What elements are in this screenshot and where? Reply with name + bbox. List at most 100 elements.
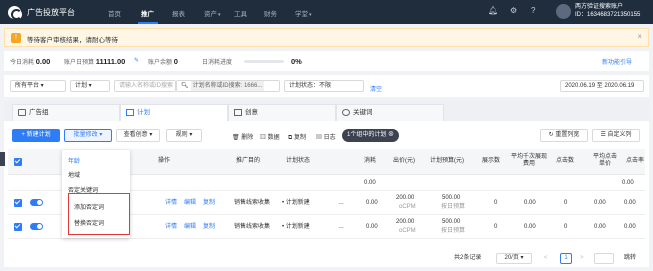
nav-item-academy-label: 学堂 — [295, 11, 308, 18]
platform-select[interactable]: 所有平台 ▾ — [10, 80, 66, 92]
th-purpose: 推广目的 — [236, 158, 261, 164]
search-input[interactable]: 请输入名称或ID搜索 — [114, 80, 176, 92]
dropdown-item-age[interactable]: 年龄 — [68, 156, 80, 165]
doc-icon — [126, 109, 134, 116]
tab-plan-label: 计划 — [137, 109, 150, 116]
nav-item-assets[interactable]: 资产▾ — [204, 8, 221, 18]
custom-columns-button[interactable]: ☰ 自定义列 — [592, 129, 640, 142]
dropdown-item-region[interactable]: 地域 — [68, 170, 80, 179]
data-button[interactable]: ▥ 数据 — [260, 132, 280, 141]
th-bid[interactable]: 出价(元) — [393, 158, 415, 165]
row-bid-unit: oCPM — [399, 204, 416, 210]
selected-pill-label: 1个组中的计划 — [347, 132, 387, 138]
th-impressions[interactable]: 展示数 — [482, 158, 500, 165]
level-select-value: 计划 — [75, 83, 88, 89]
page-size-value: 20/页 — [504, 255, 519, 261]
delete-button[interactable]: 🗑 删除 — [232, 132, 253, 141]
goto-page-input[interactable] — [594, 253, 614, 264]
image-icon — [234, 109, 242, 116]
reset-column-width-button[interactable]: ↻ 重置列宽 — [540, 129, 588, 142]
row-more[interactable]: … — [338, 200, 344, 207]
platform-select-value: 所有平台 — [15, 83, 40, 89]
collapse-handle[interactable] — [0, 152, 5, 166]
row-detail-link[interactable]: 详情 — [165, 224, 177, 231]
th-cpm[interactable]: 平均千次展现费用 — [510, 154, 548, 168]
th-actions: 操作 — [158, 158, 171, 164]
key-icon — [342, 109, 350, 116]
selected-filter-pill[interactable]: 1个组中的计划 ⊗ — [342, 129, 400, 142]
nav-item-academy[interactable]: 学堂▾ — [295, 8, 312, 18]
clear-filters-link[interactable]: 清空 — [370, 84, 382, 93]
today-spend-value: 0.00 — [35, 57, 51, 66]
select-all-checkbox[interactable] — [14, 158, 22, 166]
account-info[interactable]: 两方验证搜索账户 ID：1634683721350155 — [575, 3, 640, 19]
row-bid: 200.00 — [396, 219, 415, 225]
batch-edit-button[interactable]: 批量修改 ▾ — [64, 129, 112, 142]
close-icon[interactable]: × — [637, 32, 642, 41]
row-status-toggle[interactable] — [30, 199, 43, 206]
search-id-filter[interactable]: 🔍︎ 计划名称或ID搜索: 1666... — [176, 80, 280, 92]
chevron-down-icon: ▾ — [309, 12, 312, 18]
row-checkbox[interactable] — [14, 199, 22, 207]
th-cost[interactable]: 消耗 — [364, 158, 376, 165]
folder-icon — [18, 109, 26, 116]
nav-item-assets-label: 资产 — [204, 11, 217, 18]
row-status-toggle[interactable] — [30, 223, 43, 230]
custom-columns-label: 自定义列 — [607, 132, 632, 138]
row-edit-link[interactable]: 编辑 — [184, 200, 196, 207]
batch-edit-label: 批量修改 — [73, 132, 98, 138]
goto-page-button[interactable]: 跳转 — [624, 255, 636, 262]
row-ctr: 0.00 — [624, 200, 636, 206]
copy-label: 复制 — [293, 135, 306, 141]
row-copy-link[interactable]: 复制 — [203, 200, 215, 207]
search-id-tag[interactable]: 计划名称或ID搜索: 1666... — [190, 81, 265, 91]
tab-plan[interactable]: 计划 — [120, 104, 228, 121]
help-icon[interactable]: ? — [531, 6, 535, 15]
log-button[interactable]: ▤ 日志 — [316, 132, 336, 141]
log-label: 日志 — [323, 135, 336, 141]
nav-item-finance[interactable]: 财务 — [264, 8, 277, 18]
rules-button[interactable]: 规则 ▾ — [166, 129, 202, 142]
account-balance: 账户余额 0 — [148, 57, 178, 66]
row-checkbox[interactable] — [14, 223, 22, 231]
new-plan-button[interactable]: + 新建计划 — [12, 129, 60, 142]
view-creative-label: 查看创意 — [123, 132, 148, 138]
row-cost: 0.00 — [366, 224, 378, 230]
plan-status-filter[interactable]: 计划状态：不限 — [284, 80, 364, 92]
th-ctr[interactable]: 点击率 — [626, 158, 644, 165]
tab-ad-group[interactable]: 广告组 — [12, 104, 120, 121]
th-clicks[interactable]: 点击数 — [556, 158, 574, 165]
row-impressions: 0 — [494, 200, 498, 206]
row-detail-link[interactable]: 详情 — [165, 200, 177, 207]
view-creative-button[interactable]: 查看创意 ▾ — [116, 129, 160, 142]
tab-keyword[interactable]: 关键词 — [336, 104, 444, 121]
nav-item-reports[interactable]: 报表 — [172, 8, 185, 18]
row-edit-link[interactable]: 编辑 — [184, 224, 196, 231]
highlight-box — [68, 193, 130, 235]
prev-page-button[interactable]: < — [544, 255, 548, 262]
notice-banner: ! 等待客户审核结果，请耐心等待 × — [4, 28, 649, 47]
nav-item-home[interactable]: 首页 — [108, 8, 121, 18]
gear-icon[interactable]: ⚙ — [510, 6, 517, 15]
date-range-picker[interactable]: 2020.06.19 至 2020.06.19 — [560, 80, 644, 92]
nav-item-tools[interactable]: 工具 — [234, 8, 247, 18]
pagination: 共2条记录 20/页 ▾ < 1 > 跳转 — [4, 251, 649, 267]
tab-creative[interactable]: 创意 — [228, 104, 336, 121]
page-size-select[interactable]: 20/页 ▾ — [496, 253, 532, 264]
th-cpc[interactable]: 平均点击单价 — [592, 154, 618, 168]
nav-item-promotion[interactable]: 推广 — [141, 8, 154, 18]
next-page-button[interactable]: > — [580, 255, 584, 262]
guide-link[interactable]: 新功能引导 — [602, 57, 632, 66]
avatar[interactable] — [556, 4, 571, 19]
spend-progress-bar — [244, 60, 284, 63]
copy-button[interactable]: ⧉ 复制 — [288, 132, 306, 142]
level-select[interactable]: 计划 ▾ — [70, 80, 110, 92]
edit-icon[interactable]: ✎ — [134, 57, 139, 64]
bell-icon[interactable]: 🔔︎ — [488, 6, 498, 15]
page-1-button[interactable]: 1 — [560, 253, 572, 264]
row-more[interactable]: … — [338, 224, 344, 231]
row-copy-link[interactable]: 复制 — [203, 224, 215, 231]
th-budget[interactable]: 计划预算(元) — [430, 158, 464, 165]
row-budget-unit: 按日预算 — [441, 204, 466, 210]
balance-label: 账户余额 — [148, 60, 173, 66]
